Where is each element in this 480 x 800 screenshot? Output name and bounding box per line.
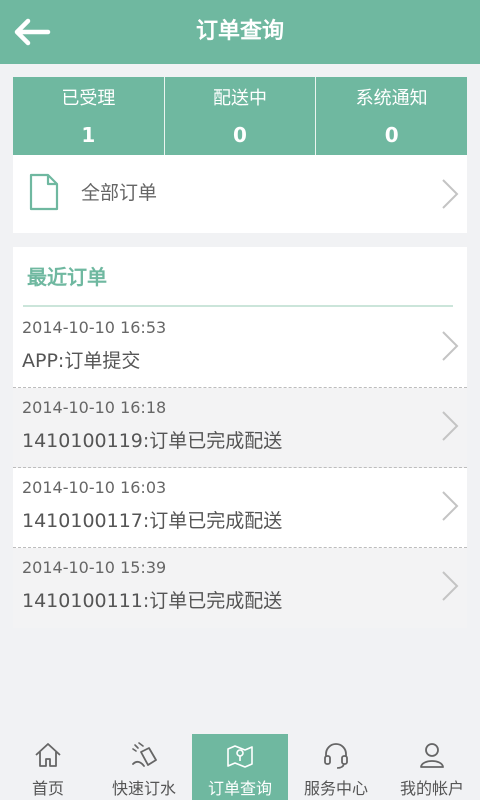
tab-label: 首页: [31, 779, 64, 798]
chevron-right-icon: [442, 491, 459, 521]
home-icon: [35, 743, 61, 767]
recent-orders-heading: 最近订单: [27, 265, 107, 289]
recent-orders-list: 2014-10-10 16:53 APP:订单提交 2014-10-10 16:…: [13, 308, 467, 628]
tab-order-query[interactable]: 订单查询: [192, 734, 288, 800]
chevron-right-icon: [442, 571, 459, 601]
recent-orders-panel: 最近订单 2014-10-10 16:53 APP:订单提交 2014-10-1…: [13, 247, 467, 628]
tab-home[interactable]: 首页: [0, 734, 96, 800]
tab-my-account[interactable]: 我的帐户: [384, 734, 480, 800]
stat-count: 0: [384, 123, 399, 147]
tab-service-center[interactable]: 服务中心: [288, 734, 384, 800]
order-time: 2014-10-10 15:39: [22, 558, 167, 577]
list-item[interactable]: 2014-10-10 16:03 1410100117:订单已完成配送: [13, 468, 467, 548]
stat-system-notices[interactable]: 系统通知 0: [316, 77, 467, 155]
bottom-tab-bar: 首页 快速订水 订单查询 服务中心 我的帐户: [0, 734, 480, 800]
order-time: 2014-10-10 16:18: [22, 398, 167, 417]
stat-label: 系统通知: [355, 88, 428, 109]
headset-icon: [324, 743, 348, 769]
page-title: 订单查询: [195, 19, 284, 44]
order-status: 1410100117:订单已完成配送: [22, 510, 283, 532]
chevron-right-icon: [442, 331, 459, 361]
stat-accepted[interactable]: 已受理 1: [13, 77, 165, 155]
order-status-summary: 已受理 1 配送中 0 系统通知 0: [13, 77, 467, 155]
tab-label: 订单查询: [207, 779, 272, 798]
document-icon: [29, 173, 59, 211]
map-pin-icon: [227, 745, 253, 768]
stat-label: 配送中: [213, 88, 267, 109]
order-status: 1410100111:订单已完成配送: [22, 590, 283, 612]
stat-label: 已受理: [61, 88, 116, 109]
order-status: 1410100119:订单已完成配送: [22, 430, 283, 452]
tab-quick-order[interactable]: 快速订水: [96, 734, 192, 800]
all-orders-label: 全部订单: [81, 182, 158, 204]
app-header: 订单查询: [0, 0, 480, 64]
stat-count: 0: [233, 123, 247, 147]
tab-label: 快速订水: [111, 779, 176, 798]
stat-count: 1: [81, 123, 96, 147]
list-item[interactable]: 2014-10-10 16:18 1410100119:订单已完成配送: [13, 388, 467, 468]
list-item[interactable]: 2014-10-10 15:39 1410100111:订单已完成配送: [13, 548, 467, 628]
tab-label: 我的帐户: [399, 779, 464, 798]
list-item[interactable]: 2014-10-10 16:53 APP:订单提交: [13, 308, 467, 388]
tab-label: 服务中心: [303, 779, 368, 798]
order-time: 2014-10-10 16:53: [22, 318, 167, 337]
order-time: 2014-10-10 16:03: [22, 478, 167, 497]
all-orders-item[interactable]: 全部订单: [13, 155, 467, 233]
chevron-right-icon: [442, 411, 459, 441]
water-order-icon: [132, 742, 157, 767]
order-status: APP:订单提交: [22, 350, 141, 372]
divider: [23, 305, 453, 307]
chevron-right-icon: [442, 179, 459, 209]
stat-delivering[interactable]: 配送中 0: [165, 77, 317, 155]
user-icon: [420, 743, 444, 768]
